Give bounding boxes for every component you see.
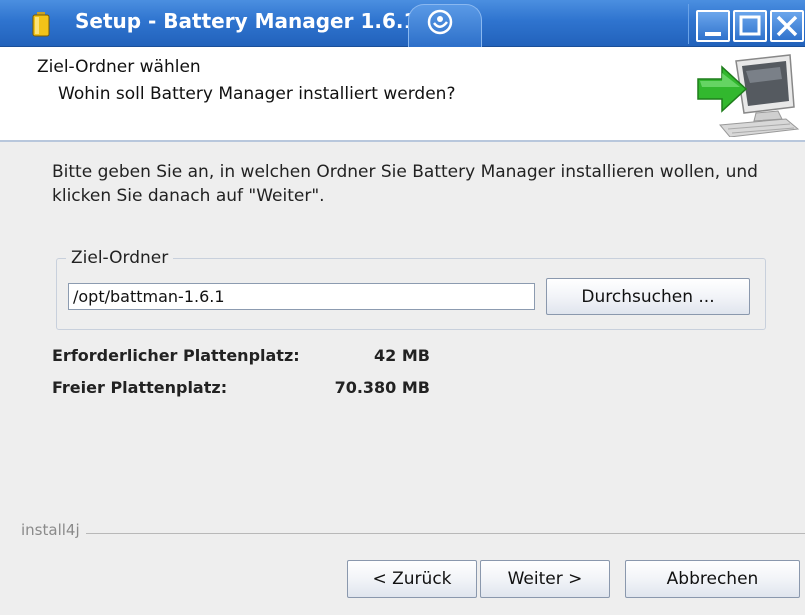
- free-space-value: 70.380 MB: [334, 378, 430, 397]
- page-subtitle: Wohin soll Battery Manager installiert w…: [58, 84, 456, 104]
- instruction-text: Bitte geben Sie an, in welchen Ordner Si…: [52, 162, 758, 206]
- footer-divider: [22, 533, 805, 534]
- next-button[interactable]: Weiter >: [480, 560, 610, 598]
- swirl-icon: [427, 9, 453, 35]
- page-title: Ziel-Ordner wählen: [37, 57, 201, 77]
- computer-install-arrow-icon: [697, 54, 800, 137]
- title-bar[interactable]: Setup - Battery Manager 1.6.1: [0, 0, 805, 47]
- maximize-button[interactable]: [733, 10, 767, 42]
- title-separator: [688, 4, 689, 44]
- minimize-icon: [705, 32, 721, 36]
- target-folder-label: Ziel-Ordner: [66, 248, 174, 268]
- cancel-button[interactable]: Abbrechen: [625, 560, 800, 598]
- required-space-label: Erforderlicher Plattenplatz:: [52, 346, 300, 365]
- close-button[interactable]: [770, 10, 804, 42]
- back-button[interactable]: < Zurück: [347, 560, 477, 598]
- minimize-button[interactable]: [696, 10, 730, 42]
- installer-brand: install4j: [21, 521, 86, 539]
- browse-button[interactable]: Durchsuchen ...: [546, 278, 750, 315]
- required-space-value: 42 MB: [374, 346, 430, 365]
- window-title: Setup - Battery Manager 1.6.1: [75, 9, 418, 33]
- free-space-label: Freier Plattenplatz:: [52, 378, 228, 397]
- close-icon: [776, 15, 798, 37]
- target-folder-input[interactable]: [68, 283, 535, 310]
- maximize-icon: [739, 15, 761, 36]
- wizard-header: Ziel-Ordner wählen Wohin soll Battery Ma…: [0, 47, 805, 142]
- battery-icon: [32, 12, 50, 37]
